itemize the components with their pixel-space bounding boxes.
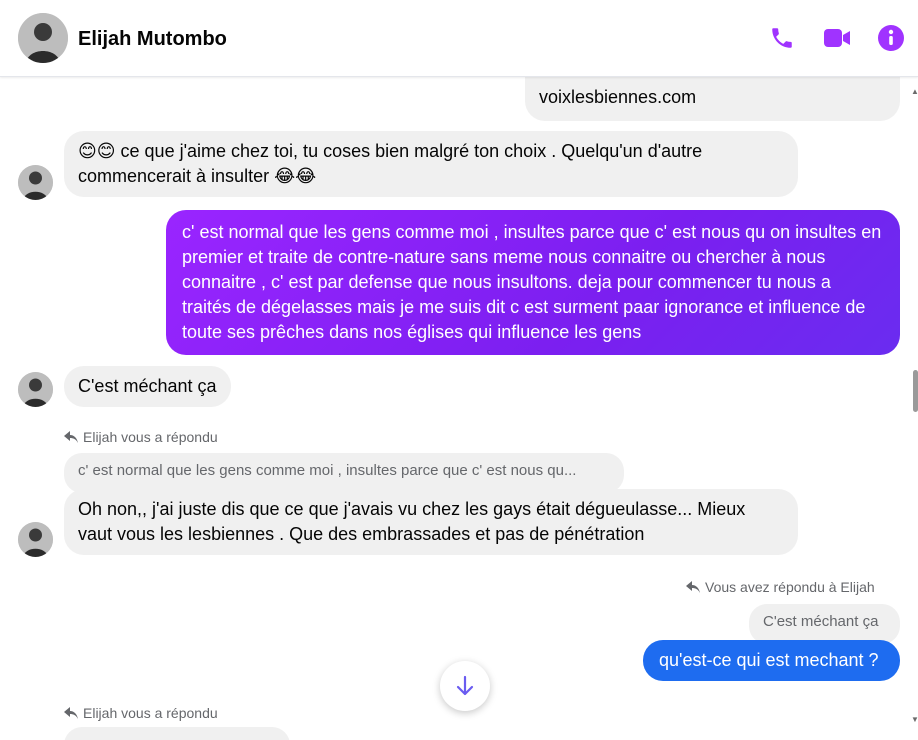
- quoted-message[interactable]: [64, 727, 290, 740]
- avatar[interactable]: [18, 165, 53, 200]
- message-list[interactable]: voixlesbiennes.com 😊😊 ce que j'aime chez…: [0, 77, 910, 740]
- message-text: Oh non,, j'ai juste dis que ce que j'ava…: [78, 499, 746, 544]
- reply-indicator-text: Elijah vous a répondu: [83, 705, 218, 721]
- contact-name[interactable]: Elijah Mutombo: [78, 28, 227, 51]
- scroll-down-arrow[interactable]: ▼: [911, 716, 918, 724]
- arrow-down-icon: [456, 675, 474, 696]
- message-bubble-incoming[interactable]: 😊😊 ce que j'aime chez toi, tu coses bien…: [64, 131, 798, 197]
- reply-indicator: Vous avez répondu à Elijah: [686, 579, 875, 595]
- message-bubble-outgoing[interactable]: qu'est-ce qui est mechant ?: [643, 640, 900, 681]
- avatar-photo: [18, 13, 68, 63]
- reply-indicator: Elijah vous a répondu: [64, 429, 218, 445]
- message-text: C'est méchant ça: [78, 376, 217, 396]
- reply-indicator-text: Vous avez répondu à Elijah: [705, 579, 875, 595]
- avatar[interactable]: [18, 372, 53, 407]
- info-button[interactable]: [876, 22, 906, 54]
- message-bubble-outgoing-link[interactable]: voixlesbiennes.com: [525, 77, 900, 121]
- quoted-message-text: c' est normal que les gens comme moi , i…: [78, 462, 577, 479]
- scrollbar-thumb[interactable]: [913, 370, 918, 412]
- scroll-to-bottom-button[interactable]: [440, 661, 490, 711]
- reply-arrow-icon: [686, 581, 700, 593]
- quoted-message-text: C'est méchant ça: [763, 613, 879, 630]
- message-bubble-incoming[interactable]: Oh non,, j'ai juste dis que ce que j'ava…: [64, 489, 798, 555]
- video-call-button[interactable]: [822, 22, 852, 54]
- avatar-photo: [18, 372, 53, 407]
- quoted-message[interactable]: C'est méchant ça: [749, 604, 900, 644]
- avatar-photo: [18, 522, 53, 557]
- quoted-message[interactable]: c' est normal que les gens comme moi , i…: [64, 453, 624, 493]
- reply-indicator-text: Elijah vous a répondu: [83, 429, 218, 445]
- contact-avatar[interactable]: [18, 13, 68, 63]
- message-text: c' est normal que les gens comme moi , i…: [182, 222, 882, 342]
- phone-icon: [772, 28, 792, 48]
- message-text: voixlesbiennes.com: [539, 87, 697, 107]
- message-bubble-outgoing[interactable]: c' est normal que les gens comme moi , i…: [166, 210, 900, 355]
- message-bubble-incoming[interactable]: C'est méchant ça: [64, 366, 231, 407]
- reply-arrow-icon: [64, 431, 78, 443]
- scroll-up-arrow[interactable]: ▲: [911, 88, 918, 96]
- avatar[interactable]: [18, 522, 53, 557]
- conversation-header: Elijah Mutombo: [0, 0, 918, 77]
- reply-indicator: Elijah vous a répondu: [64, 705, 218, 721]
- message-text: qu'est-ce qui est mechant ?: [659, 650, 879, 670]
- avatar-photo: [18, 165, 53, 200]
- info-icon: [878, 25, 904, 51]
- video-icon: [824, 29, 850, 47]
- message-text: 😊😊 ce que j'aime chez toi, tu coses bien…: [78, 141, 703, 186]
- call-button[interactable]: [767, 22, 797, 54]
- reply-arrow-icon: [64, 707, 78, 719]
